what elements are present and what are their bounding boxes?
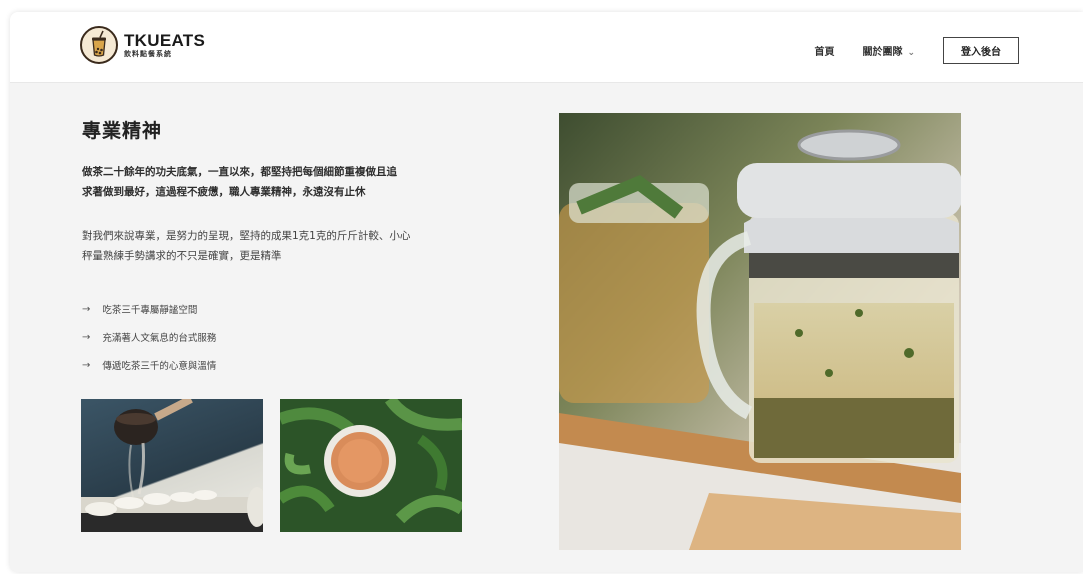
section-title: 專業精神 bbox=[82, 120, 163, 142]
chevron-down-icon: ⌄ bbox=[907, 48, 915, 58]
intro-paragraph: 做茶二十餘年的功夫底氣，一直以來，都堅持把每個細節重複做且追 求著做到最好，這過… bbox=[82, 162, 472, 202]
page: TKUEATS 飲料點餐系統 首頁 關於團隊 ⌄ 登入後台 專業精神 做茶二十餘年… bbox=[10, 12, 1083, 572]
list-item-text: 吃茶三千專屬靜謐空間 bbox=[102, 305, 198, 316]
arrow-right-icon: → bbox=[82, 359, 91, 371]
arrow-right-icon: → bbox=[82, 303, 91, 315]
tea-pouring-image bbox=[81, 399, 263, 532]
list-item-text: 充滿著人文氣息的台式服務 bbox=[102, 333, 217, 344]
tea-cup-leaves-image bbox=[280, 399, 462, 532]
list-item: → 吃茶三千專屬靜謐空間 bbox=[82, 295, 216, 323]
list-item-text: 傳遞吃茶三千的心意與溫情 bbox=[102, 361, 217, 372]
header: TKUEATS 飲料點餐系統 首頁 關於團隊 ⌄ 登入後台 bbox=[10, 12, 1083, 83]
detail-line-2: 秤量熟練手勢講求的不只是確實，更是精準 bbox=[82, 250, 282, 262]
list-item: → 充滿著人文氣息的台式服務 bbox=[82, 323, 216, 351]
detail-line-1: 對我們來說專業，是努力的呈現，堅持的成果1克1克的斤斤計較、小心 bbox=[82, 230, 411, 242]
intro-line-1: 做茶二十餘年的功夫底氣，一直以來，都堅持把每個細節重複做且追 bbox=[82, 166, 397, 178]
admin-login-button[interactable]: 登入後台 bbox=[943, 37, 1019, 64]
main-nav: 首頁 關於團隊 ⌄ 登入後台 bbox=[786, 37, 1019, 64]
intro-line-2: 求著做到最好，這過程不疲憊，職人專業精神，永遠沒有止休 bbox=[82, 186, 366, 198]
logo-title: TKUEATS bbox=[124, 30, 206, 50]
glass-teapot-image bbox=[559, 113, 961, 550]
nav-about-dropdown[interactable]: 關於團隊 ⌄ bbox=[862, 43, 915, 58]
logo[interactable]: TKUEATS 飲料點餐系統 bbox=[80, 26, 205, 64]
nav-home[interactable]: 首頁 bbox=[814, 43, 834, 58]
bubble-tea-logo-icon bbox=[80, 26, 118, 64]
logo-subtitle: 飲料點餐系統 bbox=[124, 49, 172, 58]
arrow-right-icon: → bbox=[82, 331, 91, 343]
detail-paragraph: 對我們來說專業，是努力的呈現，堅持的成果1克1克的斤斤計較、小心 秤量熟練手勢講… bbox=[82, 226, 472, 266]
feature-list: → 吃茶三千專屬靜謐空間 → 充滿著人文氣息的台式服務 → 傳遞吃茶三千的心意與… bbox=[82, 295, 216, 379]
list-item: → 傳遞吃茶三千的心意與溫情 bbox=[82, 351, 216, 379]
nav-about-label: 關於團隊 bbox=[862, 47, 903, 58]
